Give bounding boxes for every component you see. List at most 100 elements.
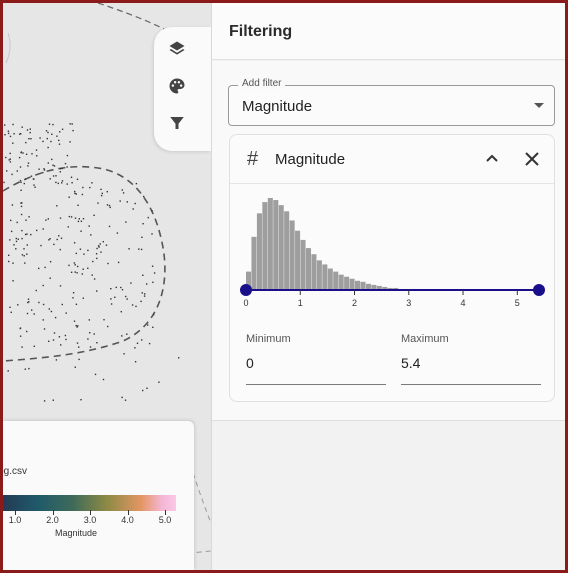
- map-point: [55, 181, 57, 184]
- palette-icon[interactable]: [168, 77, 192, 101]
- collapse-button[interactable]: [480, 147, 504, 171]
- map-view[interactable]: nd catalog.csv 1.02.03.04.05.0 Magnitude: [3, 3, 211, 570]
- map-point: [89, 346, 92, 348]
- add-filter-select[interactable]: Add filter Magnitude: [228, 78, 555, 126]
- map-point: [24, 178, 27, 180]
- map-point: [17, 238, 19, 240]
- map-point: [71, 182, 73, 184]
- map-point: [20, 202, 22, 204]
- map-point: [16, 170, 18, 172]
- minimum-field[interactable]: Minimum 0: [246, 333, 386, 385]
- map-point: [33, 345, 35, 347]
- map-point: [70, 176, 73, 178]
- map-point: [43, 328, 46, 330]
- map-point: [35, 289, 37, 292]
- map-point: [42, 171, 44, 174]
- map-point: [21, 126, 23, 128]
- map-point: [20, 181, 22, 183]
- map-contour-line: [192, 472, 211, 524]
- map-point: [89, 332, 91, 334]
- map-point: [11, 204, 14, 206]
- map-point: [96, 290, 98, 292]
- map-point: [27, 165, 29, 167]
- maximum-field[interactable]: Maximum 5.4: [401, 333, 541, 385]
- map-point: [9, 239, 11, 241]
- map-point: [108, 204, 111, 207]
- map-point: [12, 142, 14, 144]
- map-point: [11, 173, 13, 176]
- histogram-x-tick-label: 1: [298, 298, 303, 308]
- magnitude-histogram[interactable]: 0 1 2 3 4 5: [230, 185, 556, 325]
- map-point: [17, 304, 19, 306]
- map-point: [99, 243, 101, 245]
- map-point: [27, 162, 30, 164]
- map-point: [96, 247, 98, 250]
- map-point: [52, 339, 55, 341]
- map-point: [18, 156, 21, 159]
- map-point: [48, 308, 50, 310]
- map-point: [115, 286, 117, 289]
- map-point: [20, 189, 22, 191]
- range-max-handle[interactable]: [533, 284, 545, 296]
- map-point: [66, 166, 68, 168]
- map-point: [102, 241, 104, 243]
- map-point: [124, 399, 127, 401]
- map-point: [28, 138, 30, 140]
- map-point: [87, 338, 89, 340]
- map-point: [59, 168, 62, 170]
- map-point: [81, 273, 83, 275]
- map-point: [76, 342, 79, 344]
- map-point: [125, 221, 127, 223]
- map-point: [73, 262, 76, 264]
- filter-icon[interactable]: [168, 114, 192, 138]
- map-point: [61, 180, 64, 182]
- map-point: [151, 210, 153, 212]
- map-point: [77, 265, 79, 268]
- map-point: [102, 378, 105, 381]
- map-point: [70, 216, 73, 218]
- add-filter-value: Magnitude: [242, 98, 313, 115]
- app-frame: nd catalog.csv 1.02.03.04.05.0 Magnitude…: [0, 0, 568, 573]
- map-point: [114, 296, 116, 298]
- map-point: [26, 312, 29, 315]
- map-point: [20, 205, 23, 208]
- map-point: [49, 238, 51, 240]
- map-point: [47, 218, 49, 220]
- map-point: [110, 298, 112, 300]
- map-point: [78, 358, 80, 361]
- map-point: [152, 326, 154, 328]
- map-point: [10, 219, 12, 222]
- map-point: [25, 141, 27, 144]
- map-point: [74, 271, 76, 273]
- map-point: [60, 344, 62, 346]
- map-point: [120, 311, 122, 313]
- map-point: [20, 213, 23, 216]
- map-point: [81, 193, 84, 196]
- map-point: [43, 400, 46, 402]
- map-point: [24, 262, 26, 264]
- map-point: [58, 235, 60, 237]
- range-min-handle[interactable]: [240, 284, 252, 296]
- map-point: [65, 312, 67, 314]
- map-point: [121, 189, 123, 191]
- map-point: [33, 184, 35, 186]
- map-point: [107, 325, 109, 328]
- map-point: [57, 182, 59, 185]
- map-point: [52, 399, 54, 401]
- panel-title: Filtering: [229, 23, 293, 40]
- map-point: [93, 333, 95, 335]
- legend-tick-label: 3.0: [83, 515, 97, 525]
- map-point: [76, 178, 79, 180]
- histogram-x-tick-label: 0: [243, 298, 248, 308]
- map-point: [77, 220, 80, 223]
- map-point: [97, 245, 100, 247]
- map-point: [178, 357, 180, 359]
- remove-filter-button[interactable]: [520, 147, 544, 171]
- layers-icon[interactable]: [168, 40, 192, 64]
- map-point: [61, 182, 63, 184]
- map-point: [16, 221, 18, 224]
- map-point: [8, 159, 10, 161]
- map-point: [95, 253, 98, 255]
- map-point: [138, 248, 140, 250]
- histogram-bar: [251, 236, 257, 290]
